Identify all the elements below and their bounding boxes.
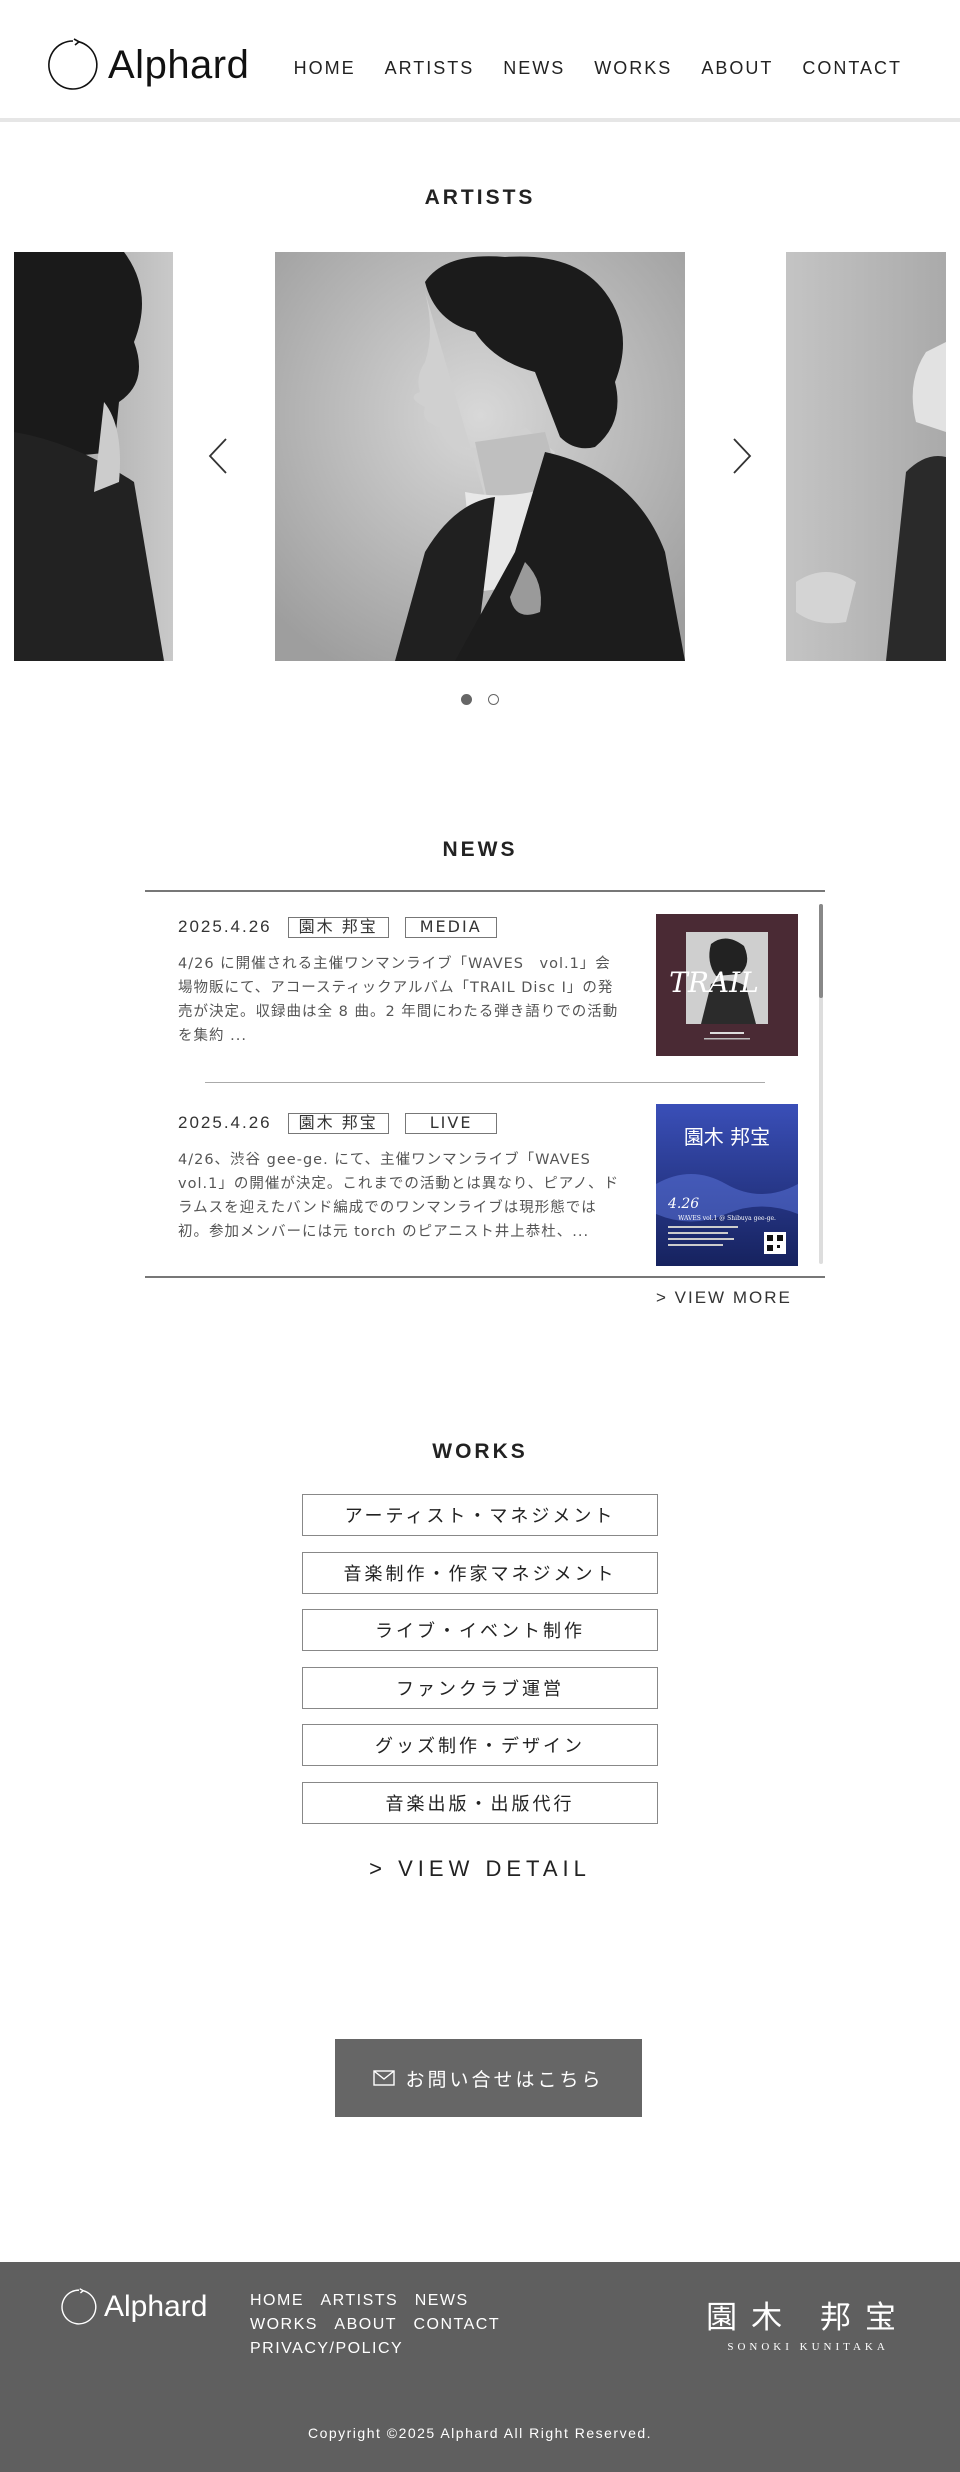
works-item-goods-design[interactable]: グッズ制作・デザイン — [302, 1724, 658, 1766]
footer-logo-text: Alphard — [104, 2290, 208, 2323]
footer-nav-works[interactable]: WORKS — [250, 2316, 318, 2334]
copyright: Copyright ©2025 Alphard All Right Reserv… — [307, 2425, 653, 2441]
footer-nav-artists[interactable]: ARTISTS — [320, 2292, 398, 2310]
footer-nav-news[interactable]: NEWS — [415, 2292, 469, 2310]
carousel-prev-arrow-icon[interactable] — [204, 436, 234, 476]
news-date: 2025.4.26 — [178, 1113, 272, 1132]
works-list: アーティスト・マネジメント 音楽制作・作家マネジメント ライブ・イベント制作 フ… — [302, 1494, 658, 1839]
nav-artists[interactable]: ARTISTS — [385, 58, 475, 79]
contact-button-label: お問い合せはこちら — [405, 2068, 604, 2091]
nav-about[interactable]: ABOUT — [701, 58, 773, 79]
works-item-music-production[interactable]: 音楽制作・作家マネジメント — [302, 1551, 658, 1594]
nav-home[interactable]: HOME — [294, 58, 356, 79]
footer-nav-privacy-policy[interactable]: PRIVACY/POLICY — [250, 2340, 403, 2358]
news-view-more-link[interactable]: > VIEW MORE — [656, 1288, 792, 1308]
footer-logo[interactable]: Alphard — [60, 2288, 207, 2326]
news-artist-tag[interactable]: 園木 邦宝 — [287, 1112, 389, 1134]
news-date: 2025.4.26 — [178, 917, 272, 936]
logo-circle-icon — [61, 2288, 97, 2325]
carousel-next-arrow-icon[interactable] — [726, 436, 756, 476]
news-scrollbar-thumb[interactable] — [819, 904, 823, 998]
footer-nav-home[interactable]: HOME — [250, 2292, 304, 2310]
news-thumbnail[interactable]: 園木 邦宝 4.26 WAVES vol.1 @ Shibuya gee-ge. — [656, 1104, 798, 1266]
logo-circle-icon — [48, 38, 98, 90]
works-item-live-event[interactable]: ライブ・イベント制作 — [302, 1609, 658, 1651]
footer-brand-romaji: SONOKI KUNITAKA — [727, 2341, 889, 2353]
news-text: 4/26、渋谷 gee-ge. にて、主催ワンマンライブ「WAVES vol.1… — [178, 1152, 620, 1240]
works-item-fanclub[interactable]: ファンクラブ運営 — [302, 1666, 658, 1709]
footer-nav-contact[interactable]: CONTACT — [413, 2316, 500, 2334]
news-title: NEWS — [442, 838, 518, 861]
news-category-tag[interactable]: MEDIA — [404, 916, 497, 938]
carousel-dot-1[interactable] — [461, 694, 472, 705]
logo-text: Alphard — [108, 42, 250, 87]
news-text: 4/26 に開催される主催ワンマンライブ「WAVES vol.1」会場物販にて、… — [178, 956, 619, 1044]
artists-title: ARTISTS — [424, 186, 536, 209]
news-list[interactable]: 2025.4.26 園木 邦宝 MEDIA 4/26 に開催される主催ワンマンラ… — [145, 890, 825, 1278]
artist-photo-next[interactable] — [786, 252, 946, 661]
thumb-date: 4.26 — [667, 1196, 699, 1212]
footer-nav-about[interactable]: ABOUT — [334, 2316, 397, 2334]
news-item[interactable]: 2025.4.26 園木 邦宝 MEDIA 4/26 に開催される主催ワンマンラ… — [178, 914, 798, 1056]
artist-photo-prev[interactable] — [14, 252, 173, 661]
site-header: Alphard HOME ARTISTS NEWS WORKS ABOUT CO… — [0, 0, 960, 122]
main-nav: HOME ARTISTS NEWS WORKS ABOUT CONTACT — [294, 58, 902, 79]
carousel-dot-2[interactable] — [488, 694, 499, 705]
news-artist-tag[interactable]: 園木 邦宝 — [287, 916, 389, 938]
works-item-music-publishing[interactable]: 音楽出版・出版代行 — [302, 1781, 658, 1824]
news-thumbnail[interactable]: TRAIL — [656, 914, 798, 1056]
works-item-artist-management[interactable]: アーティスト・マネジメント — [302, 1494, 658, 1536]
carousel-dots — [461, 694, 499, 705]
thumb-event: WAVES vol.1 @ Shibuya gee-ge. — [678, 1215, 776, 1222]
logo[interactable]: Alphard — [46, 38, 249, 92]
footer-nav: HOME ARTISTS NEWS WORKS ABOUT CONTACT PR… — [250, 2292, 550, 2364]
thumb-trail-text: TRAIL — [669, 966, 759, 999]
news-item[interactable]: 2025.4.26 園木 邦宝 LIVE 4/26、渋谷 gee-ge. にて、… — [178, 1104, 798, 1266]
footer-artist-brand[interactable]: 園木 邦宝 SONOKI KUNITAKA — [706, 2292, 910, 2353]
works-view-detail-link[interactable]: > VIEW DETAIL — [0, 1856, 960, 1882]
artist-photo-main[interactable] — [275, 252, 685, 661]
nav-works[interactable]: WORKS — [594, 58, 672, 79]
nav-news[interactable]: NEWS — [503, 58, 565, 79]
news-divider — [205, 1082, 765, 1083]
news-category-tag[interactable]: LIVE — [404, 1112, 498, 1134]
nav-contact[interactable]: CONTACT — [802, 58, 902, 79]
site-footer: Alphard HOME ARTISTS NEWS WORKS ABOUT CO… — [0, 2262, 960, 2472]
contact-button[interactable]: お問い合せはこちら — [335, 2039, 642, 2117]
works-title: WORKS — [432, 1440, 528, 1463]
thumb-artist-name: 園木 邦宝 — [684, 1125, 770, 1149]
mail-icon — [373, 2070, 396, 2086]
footer-brand-kanji: 園木 邦宝 — [706, 2300, 910, 2336]
